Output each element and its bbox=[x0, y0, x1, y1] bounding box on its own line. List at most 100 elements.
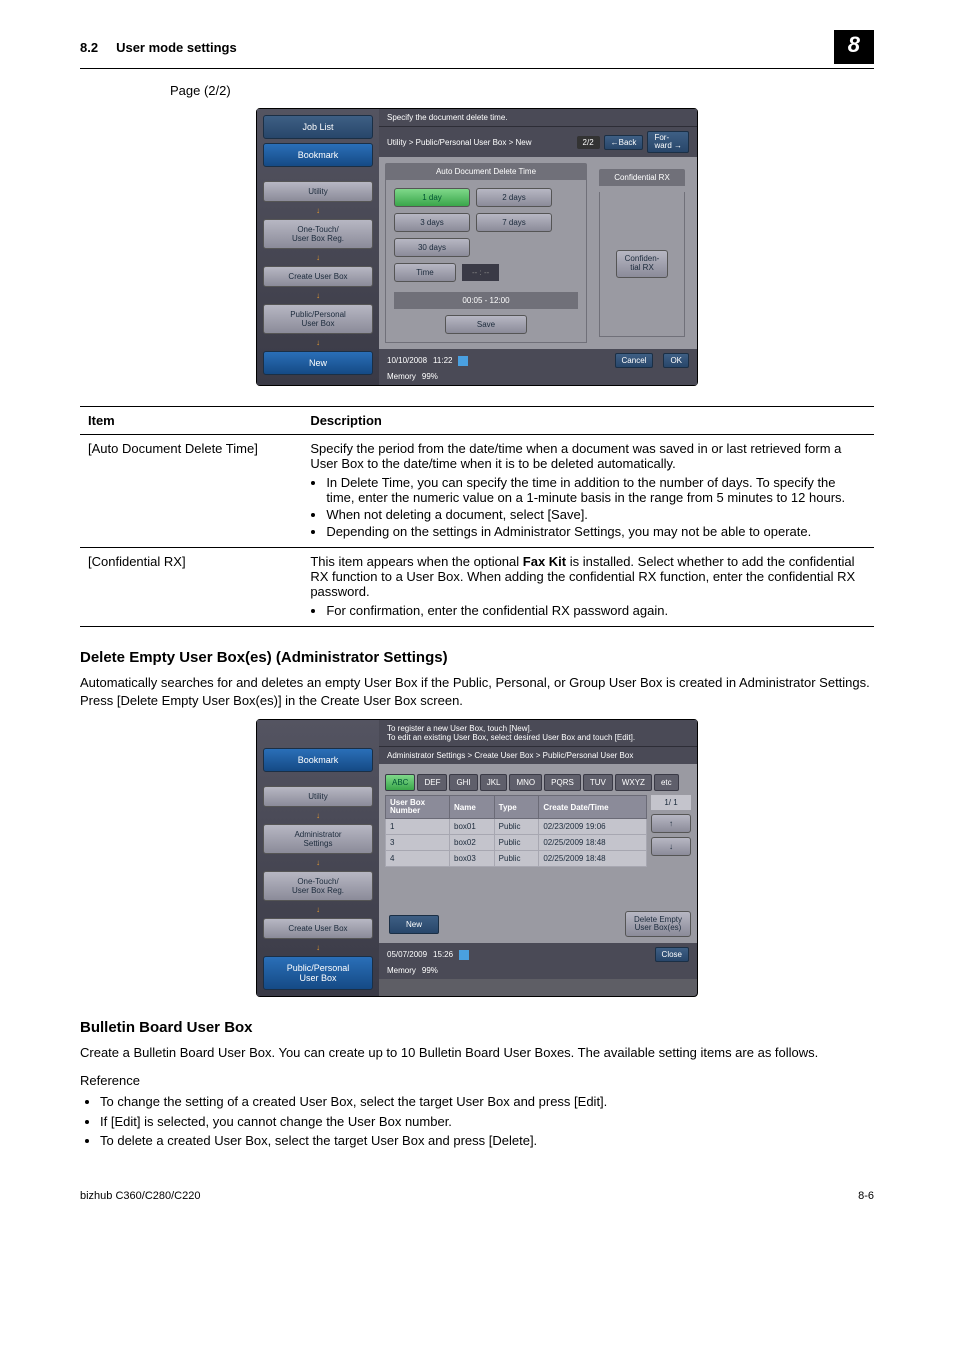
delete-empty-button[interactable]: Delete Empty User Box(es) bbox=[625, 911, 691, 937]
tab-wxyz[interactable]: WXYZ bbox=[615, 774, 652, 791]
page-header: 8.2 User mode settings 8 bbox=[80, 30, 874, 69]
instruction-text: To register a new User Box, touch [New].… bbox=[379, 720, 697, 747]
sidebar-onetouch[interactable]: One-Touch/ User Box Reg. bbox=[263, 219, 373, 249]
sidebar-utility[interactable]: Utility bbox=[263, 181, 373, 202]
section-title: User mode settings bbox=[116, 40, 834, 55]
row1-bullet: Depending on the settings in Administrat… bbox=[326, 524, 866, 539]
tab-ghi[interactable]: GHI bbox=[449, 774, 477, 791]
ref-bullet: If [Edit] is selected, you cannot change… bbox=[100, 1113, 874, 1131]
tab-tuv[interactable]: TUV bbox=[583, 774, 613, 791]
ok-button[interactable]: OK bbox=[663, 353, 689, 368]
time-range: 00:05 - 12:00 bbox=[394, 292, 578, 309]
sidebar-new[interactable]: New bbox=[263, 351, 373, 375]
cancel-button[interactable]: Cancel bbox=[615, 353, 654, 368]
table-row[interactable]: 1box01Public02/23/2009 19:06 bbox=[386, 819, 647, 835]
memory-icon bbox=[459, 950, 469, 960]
heading-delete-empty: Delete Empty User Box(es) (Administrator… bbox=[80, 649, 874, 666]
close-button[interactable]: Close bbox=[655, 947, 689, 962]
table-row[interactable]: 3box02Public02/25/2009 18:48 bbox=[386, 835, 647, 851]
arrow-down-icon: ↓ bbox=[263, 905, 373, 914]
sidebar-onetouch[interactable]: One-Touch/ User Box Reg. bbox=[263, 871, 373, 901]
arrow-down-icon: ↓ bbox=[263, 811, 373, 820]
save-button[interactable]: Save bbox=[445, 315, 527, 334]
sidebar-create-box[interactable]: Create User Box bbox=[263, 918, 373, 939]
arrow-down-icon: ↓ bbox=[263, 291, 373, 300]
alpha-tabs: ABC DEF GHI JKL MNO PQRS TUV WXYZ etc bbox=[385, 774, 691, 791]
heading-bulletin: Bulletin Board User Box bbox=[80, 1019, 874, 1036]
new-button[interactable]: New bbox=[389, 915, 439, 934]
scroll-down-button[interactable]: ↓ bbox=[651, 837, 691, 856]
ref-bullet: To change the setting of a created User … bbox=[100, 1093, 874, 1111]
col-type[interactable]: Type bbox=[494, 796, 539, 819]
page-counter: 2/2 bbox=[577, 136, 600, 149]
row1-desc: Specify the period from the date/time wh… bbox=[302, 435, 874, 548]
option-2days[interactable]: 2 days bbox=[476, 188, 552, 207]
screenshot-user-box-list: Bookmark Utility ↓ Administrator Setting… bbox=[256, 719, 698, 997]
reference-label: Reference bbox=[80, 1072, 874, 1090]
sidebar-public-personal[interactable]: Public/Personal User Box bbox=[263, 304, 373, 334]
tab-etc[interactable]: etc bbox=[654, 774, 679, 791]
arrow-down-icon: ↓ bbox=[263, 206, 373, 215]
col-name[interactable]: Name bbox=[450, 796, 495, 819]
breadcrumb: Utility > Public/Personal User Box > New bbox=[387, 138, 532, 147]
arrow-down-icon: ↓ bbox=[263, 943, 373, 952]
page-indicator: Page (2/2) bbox=[170, 83, 874, 98]
back-button[interactable]: ←Back bbox=[604, 135, 644, 150]
tab-mno[interactable]: MNO bbox=[509, 774, 542, 791]
row1-bullet: When not deleting a document, select [Sa… bbox=[326, 507, 866, 522]
table-row[interactable]: 4box03Public02/25/2009 18:48 bbox=[386, 851, 647, 867]
option-1day[interactable]: 1 day bbox=[394, 188, 470, 207]
col-number[interactable]: User Box Number bbox=[386, 796, 450, 819]
row1-item: [Auto Document Delete Time] bbox=[80, 435, 302, 548]
row2-desc: This item appears when the optional Fax … bbox=[302, 548, 874, 627]
arrow-down-icon: ↓ bbox=[263, 858, 373, 867]
list-page: 1/ 1 bbox=[651, 795, 691, 810]
status-time: 11:22 bbox=[433, 356, 452, 365]
instruction-text: Specify the document delete time. bbox=[379, 109, 697, 127]
row1-bullet: In Delete Time, you can specify the time… bbox=[326, 475, 866, 505]
section-number: 8.2 bbox=[80, 40, 98, 55]
tab-jkl[interactable]: JKL bbox=[480, 774, 508, 791]
forward-button[interactable]: For- ward → bbox=[647, 131, 689, 153]
arrow-down-icon: ↓ bbox=[263, 338, 373, 347]
sidebar-create-box[interactable]: Create User Box bbox=[263, 266, 373, 287]
tab-auto-delete[interactable]: Auto Document Delete Time bbox=[385, 163, 587, 180]
footer-page: 8-6 bbox=[858, 1190, 874, 1202]
bookmark-tab[interactable]: Bookmark bbox=[263, 748, 373, 772]
bookmark-tab[interactable]: Bookmark bbox=[263, 143, 373, 167]
status-time: 15:26 bbox=[433, 950, 453, 959]
memory-icon bbox=[458, 356, 468, 366]
sidebar-admin[interactable]: Administrator Settings bbox=[263, 824, 373, 854]
page-footer: bizhub C360/C280/C220 8-6 bbox=[80, 1190, 874, 1202]
sidebar-public-personal[interactable]: Public/Personal User Box bbox=[263, 956, 373, 990]
scroll-up-button[interactable]: ↑ bbox=[651, 814, 691, 833]
tab-def[interactable]: DEF bbox=[417, 774, 447, 791]
screenshot-auto-delete: Job List Bookmark Utility ↓ One-Touch/ U… bbox=[256, 108, 698, 386]
tab-pqrs[interactable]: PQRS bbox=[544, 774, 581, 791]
col-date[interactable]: Create Date/Time bbox=[539, 796, 647, 819]
memory-label: Memory bbox=[387, 372, 416, 381]
tab-confidential-rx[interactable]: Confidential RX bbox=[599, 169, 685, 186]
para-delete-empty: Automatically searches for and deletes a… bbox=[80, 674, 874, 709]
option-7days[interactable]: 7 days bbox=[476, 213, 552, 232]
tab-abc[interactable]: ABC bbox=[385, 774, 415, 791]
reference-list: To change the setting of a created User … bbox=[80, 1093, 874, 1150]
status-date: 05/07/2009 bbox=[387, 950, 427, 959]
option-30days[interactable]: 30 days bbox=[394, 238, 470, 257]
memory-label: Memory bbox=[387, 966, 416, 975]
user-box-grid: User Box Number Name Type Create Date/Ti… bbox=[385, 795, 647, 867]
sidebar-utility[interactable]: Utility bbox=[263, 786, 373, 807]
footer-model: bizhub C360/C280/C220 bbox=[80, 1190, 200, 1202]
memory-percent: 99% bbox=[422, 966, 438, 975]
job-list-tab[interactable]: Job List bbox=[263, 115, 373, 139]
breadcrumb: Administrator Settings > Create User Box… bbox=[387, 751, 633, 760]
description-table: ItemDescription [Auto Document Delete Ti… bbox=[80, 406, 874, 627]
confidential-rx-button[interactable]: Confiden- tial RX bbox=[616, 250, 669, 278]
row2-bullet: For confirmation, enter the confidential… bbox=[326, 603, 866, 618]
status-date: 10/10/2008 bbox=[387, 356, 427, 365]
option-3days[interactable]: 3 days bbox=[394, 213, 470, 232]
option-time[interactable]: Time bbox=[394, 263, 456, 282]
chapter-tab: 8 bbox=[834, 30, 874, 64]
memory-percent: 99% bbox=[422, 372, 438, 381]
col-description: Description bbox=[302, 407, 874, 435]
